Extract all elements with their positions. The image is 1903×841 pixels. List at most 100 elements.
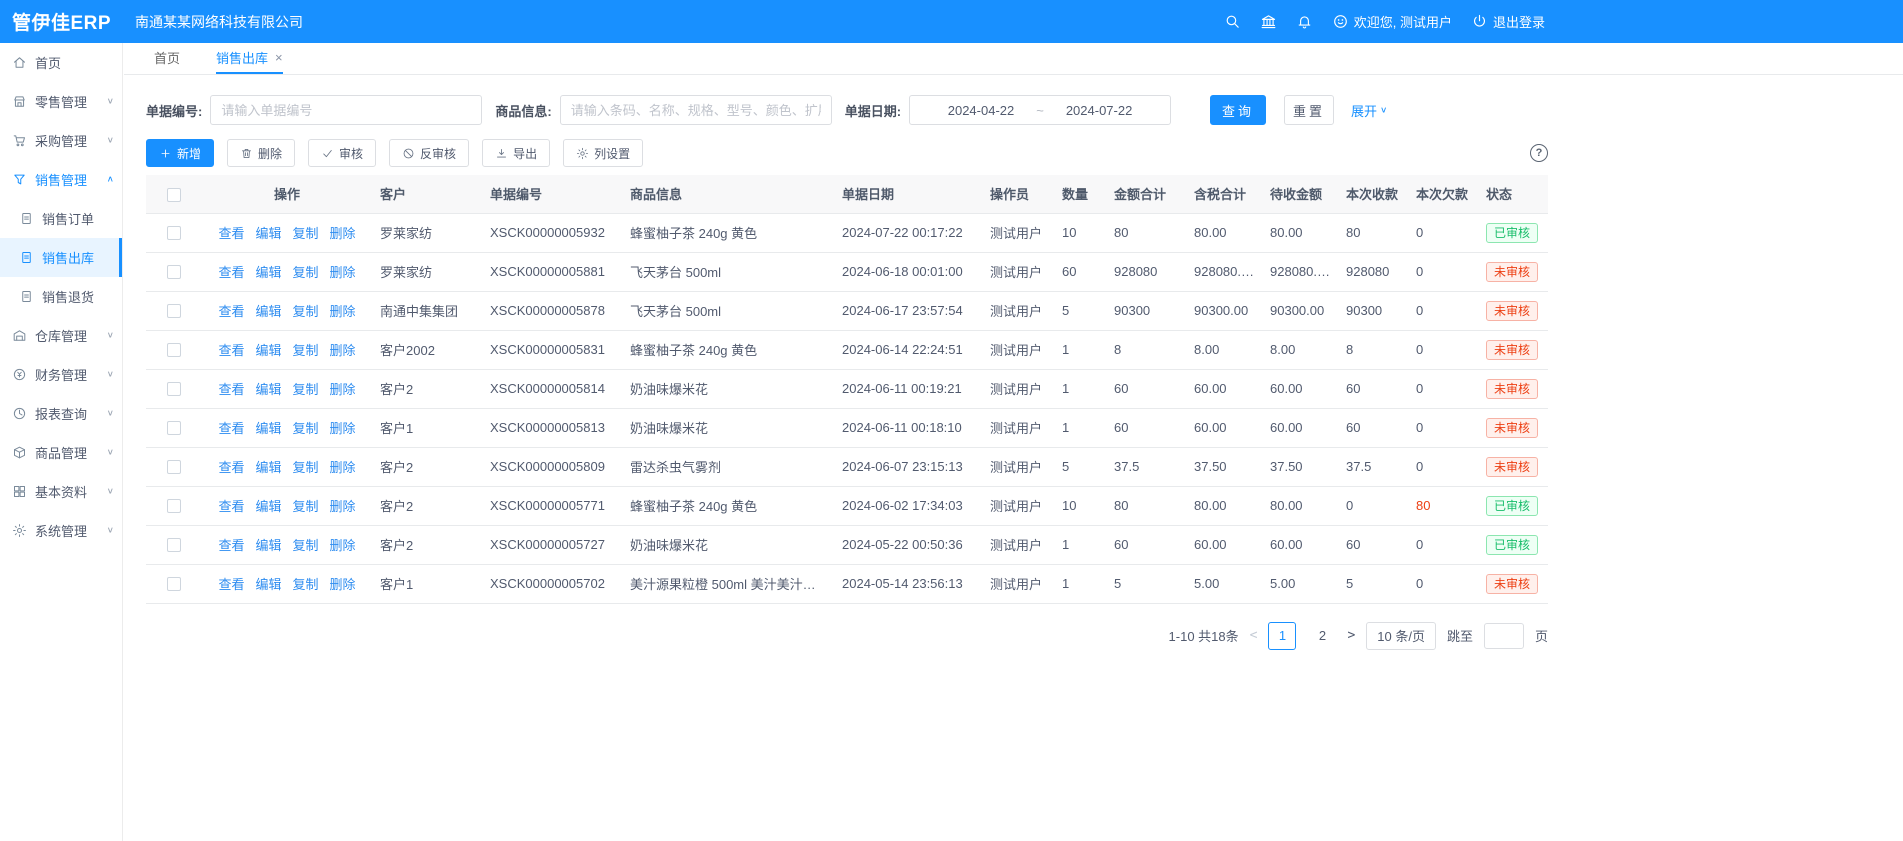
row-checkbox[interactable] xyxy=(167,343,181,357)
copy-link[interactable]: 复制 xyxy=(293,460,319,475)
row-checkbox[interactable] xyxy=(167,460,181,474)
receivable-cell: 928080.00 xyxy=(1262,252,1338,291)
delete-link[interactable]: 删除 xyxy=(330,343,356,358)
view-link[interactable]: 查看 xyxy=(218,499,244,514)
delete-link[interactable]: 删除 xyxy=(330,226,356,241)
logout-button[interactable]: 退出登录 xyxy=(1471,12,1545,31)
sidebar-item-sales[interactable]: 销售管理∧ xyxy=(0,160,122,199)
sidebar-item-basic[interactable]: 基本资料∨ xyxy=(0,472,122,511)
edit-link[interactable]: 编辑 xyxy=(255,499,281,514)
edit-link[interactable]: 编辑 xyxy=(255,226,281,241)
delete-link[interactable]: 删除 xyxy=(330,460,356,475)
reset-button[interactable]: 重置 xyxy=(1284,95,1334,125)
copy-link[interactable]: 复制 xyxy=(293,304,319,319)
delete-link[interactable]: 删除 xyxy=(330,382,356,397)
page-button-1[interactable]: 1 xyxy=(1268,622,1296,650)
copy-link[interactable]: 复制 xyxy=(293,538,319,553)
edit-link[interactable]: 编辑 xyxy=(255,304,281,319)
view-link[interactable]: 查看 xyxy=(218,226,244,241)
bill-no-input[interactable] xyxy=(210,95,482,125)
row-checkbox[interactable] xyxy=(167,226,181,240)
delete-link[interactable]: 删除 xyxy=(330,577,356,592)
delete-link[interactable]: 删除 xyxy=(330,421,356,436)
view-link[interactable]: 查看 xyxy=(218,460,244,475)
audit-button[interactable]: 审核 xyxy=(308,139,376,167)
delete-link[interactable]: 删除 xyxy=(330,304,356,319)
help-icon[interactable]: ? xyxy=(1530,144,1548,162)
product-info-input[interactable] xyxy=(560,95,832,125)
view-link[interactable]: 查看 xyxy=(218,577,244,592)
select-all-checkbox[interactable] xyxy=(167,188,181,202)
status-cell: 已审核 xyxy=(1478,525,1548,564)
delete-link[interactable]: 删除 xyxy=(330,265,356,280)
table-body: 查看编辑复制删除罗莱家纺XSCK00000005932蜂蜜柚子茶 240g 黄色… xyxy=(146,213,1548,603)
sidebar-item-sales-outbound[interactable]: 销售出库 xyxy=(0,238,122,277)
copy-link[interactable]: 复制 xyxy=(293,226,319,241)
row-checkbox[interactable] xyxy=(167,499,181,513)
tab-sales-outbound[interactable]: 销售出库× xyxy=(216,43,283,74)
tab-home[interactable]: 首页 xyxy=(154,43,180,74)
row-checkbox[interactable] xyxy=(167,304,181,318)
add-button[interactable]: 新增 xyxy=(146,139,214,167)
search-icon[interactable] xyxy=(1224,13,1241,30)
home-building-icon[interactable] xyxy=(1260,13,1277,30)
delete-link[interactable]: 删除 xyxy=(330,499,356,514)
notification-bell-icon[interactable] xyxy=(1296,13,1313,30)
sidebar-item-finance[interactable]: 财务管理∨ xyxy=(0,355,122,394)
amount-cell: 928080 xyxy=(1106,252,1186,291)
view-link[interactable]: 查看 xyxy=(218,304,244,319)
sidebar-item-sales-order[interactable]: 销售订单 xyxy=(0,199,122,238)
copy-link[interactable]: 复制 xyxy=(293,577,319,592)
view-link[interactable]: 查看 xyxy=(218,382,244,397)
sidebar-item-warehouse[interactable]: 仓库管理∨ xyxy=(0,316,122,355)
delete-link[interactable]: 删除 xyxy=(330,538,356,553)
view-link[interactable]: 查看 xyxy=(218,343,244,358)
edit-link[interactable]: 编辑 xyxy=(255,343,281,358)
edit-link[interactable]: 编辑 xyxy=(255,382,281,397)
sidebar-item-system[interactable]: 系统管理∨ xyxy=(0,511,122,550)
user-menu[interactable]: 欢迎您, 测试用户 xyxy=(1332,12,1452,31)
sidebar-item-retail[interactable]: 零售管理∨ xyxy=(0,82,122,121)
row-checkbox[interactable] xyxy=(167,382,181,396)
unaudit-button[interactable]: 反审核 xyxy=(389,139,469,167)
copy-link[interactable]: 复制 xyxy=(293,343,319,358)
tab-close-icon[interactable]: × xyxy=(275,50,283,65)
sidebar-item-report[interactable]: 报表查询∨ xyxy=(0,394,122,433)
copy-link[interactable]: 复制 xyxy=(293,265,319,280)
view-link[interactable]: 查看 xyxy=(218,421,244,436)
expand-filters-link[interactable]: 展开 ∨ xyxy=(1351,101,1387,120)
edit-link[interactable]: 编辑 xyxy=(255,577,281,592)
row-checkbox[interactable] xyxy=(167,538,181,552)
search-button[interactable]: 查询 xyxy=(1210,95,1266,125)
operator-cell: 测试用户 xyxy=(982,447,1054,486)
edit-link[interactable]: 编辑 xyxy=(255,460,281,475)
view-link[interactable]: 查看 xyxy=(218,265,244,280)
copy-link[interactable]: 复制 xyxy=(293,421,319,436)
edit-link[interactable]: 编辑 xyxy=(255,538,281,553)
date-range-picker[interactable]: 2024-04-22 ~ 2024-07-22 xyxy=(909,95,1171,125)
sidebar-item-purchase[interactable]: 采购管理∨ xyxy=(0,121,122,160)
row-checkbox[interactable] xyxy=(167,421,181,435)
product-cell: 奶油味爆米花 xyxy=(622,525,834,564)
page-button-2[interactable]: 2 xyxy=(1308,622,1336,650)
prev-page-icon[interactable]: < xyxy=(1250,628,1258,643)
delete-button[interactable]: 删除 xyxy=(227,139,295,167)
edit-link[interactable]: 编辑 xyxy=(255,421,281,436)
date-start-value[interactable]: 2024-04-22 xyxy=(948,103,1015,118)
sidebar-item-sales-return[interactable]: 销售退货 xyxy=(0,277,122,316)
export-button[interactable]: 导出 xyxy=(482,139,550,167)
row-checkbox[interactable] xyxy=(167,265,181,279)
view-link[interactable]: 查看 xyxy=(218,538,244,553)
copy-link[interactable]: 复制 xyxy=(293,382,319,397)
copy-link[interactable]: 复制 xyxy=(293,499,319,514)
status-badge: 已审核 xyxy=(1486,496,1538,516)
sidebar-item-product[interactable]: 商品管理∨ xyxy=(0,433,122,472)
date-end-value[interactable]: 2024-07-22 xyxy=(1066,103,1133,118)
row-checkbox[interactable] xyxy=(167,577,181,591)
sidebar-item-home[interactable]: 首页 xyxy=(0,43,122,82)
page-size-select[interactable]: 10 条/页 xyxy=(1366,622,1436,650)
column-settings-button[interactable]: 列设置 xyxy=(563,139,643,167)
next-page-icon[interactable]: > xyxy=(1347,628,1355,643)
edit-link[interactable]: 编辑 xyxy=(255,265,281,280)
page-jump-input[interactable] xyxy=(1484,623,1524,649)
